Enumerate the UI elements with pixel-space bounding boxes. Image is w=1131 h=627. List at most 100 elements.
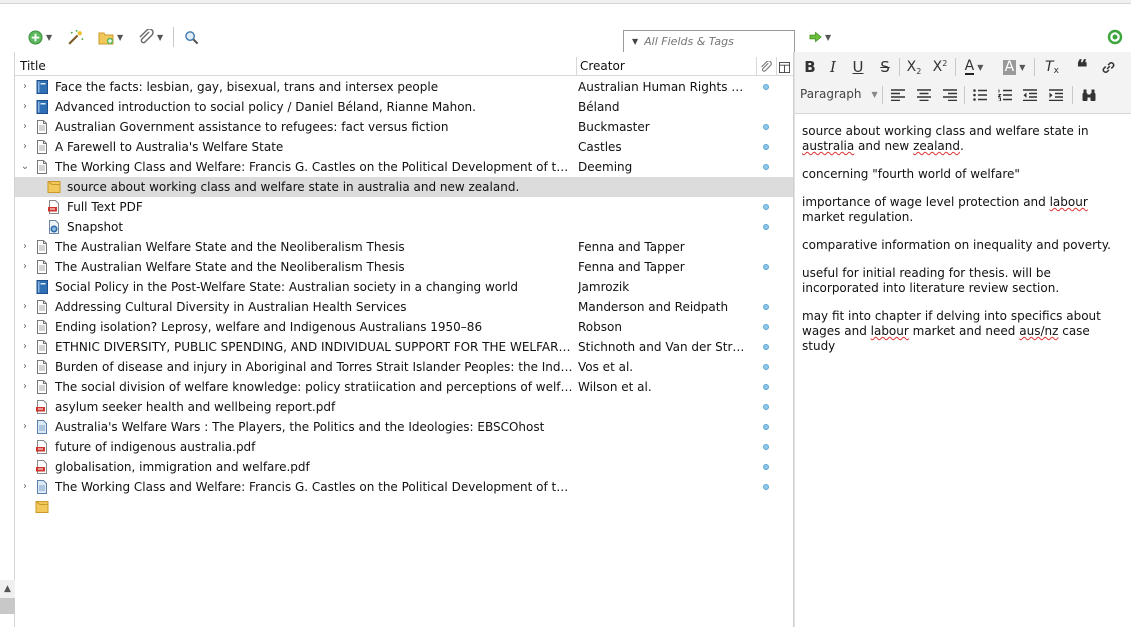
expand-closed-icon[interactable]: › <box>20 477 30 497</box>
attachment-status-icon[interactable] <box>763 144 769 150</box>
note-editor-body[interactable]: source about working class and welfare s… <box>802 124 1124 367</box>
attachment-status-icon[interactable] <box>763 224 769 230</box>
search-box[interactable]: ▼ <box>623 30 795 53</box>
item-row[interactable]: › Australia's Welfare Wars : The Players,… <box>15 417 793 437</box>
outdent-button[interactable] <box>1019 84 1041 106</box>
subscript-button[interactable]: X2 <box>903 56 925 78</box>
item-row[interactable]: › Burden of disease and injury in Aborigi… <box>15 357 793 377</box>
item-row[interactable]: source about working class and welfare s… <box>15 177 793 197</box>
attachment-status-icon[interactable] <box>763 344 769 350</box>
item-row[interactable]: › Addressing Cultural Diversity in Austra… <box>15 297 793 317</box>
search-mode-dropdown-icon[interactable]: ▼ <box>632 37 638 46</box>
expand-closed-icon[interactable]: › <box>20 297 30 317</box>
item-row[interactable]: › A Farewell to Australia's Welfare State… <box>15 137 793 157</box>
attachment-status-icon[interactable] <box>763 84 769 90</box>
new-collection-button[interactable]: ▼ <box>98 26 123 48</box>
item-row[interactable]: › The Australian Welfare State and the Ne… <box>15 237 793 257</box>
attachment-status-icon[interactable] <box>763 424 769 430</box>
item-row[interactable] <box>15 497 793 517</box>
item-row[interactable]: › ETHNIC DIVERSITY, PUBLIC SPENDING, AND … <box>15 337 793 357</box>
item-row[interactable]: › Face the facts: lesbian, gay, bisexual,… <box>15 77 793 97</box>
attachment-status-icon[interactable] <box>763 444 769 450</box>
item-row[interactable]: Full Text PDF <box>15 197 793 217</box>
item-row[interactable]: › Australian Government assistance to ref… <box>15 117 793 137</box>
strikethrough-button[interactable]: S <box>875 56 895 78</box>
expand-closed-icon[interactable]: › <box>20 117 30 137</box>
item-row[interactable]: Social Policy in the Post-Welfare State:… <box>15 277 793 297</box>
attachment-status-icon[interactable] <box>763 484 769 490</box>
expand-closed-icon[interactable]: › <box>20 357 30 377</box>
collections-pane-edge <box>0 52 15 627</box>
column-divider[interactable] <box>576 57 577 76</box>
pdf-icon <box>47 200 61 214</box>
search-input[interactable] <box>644 35 785 48</box>
add-by-identifier-button[interactable] <box>67 26 84 48</box>
column-attachments[interactable] <box>760 59 772 79</box>
align-left-button[interactable] <box>887 84 909 106</box>
expand-closed-icon[interactable]: › <box>20 97 30 117</box>
attachment-status-icon[interactable] <box>763 164 769 170</box>
paragraph-format-select[interactable]: Paragraph ▼ <box>800 84 878 104</box>
indent-button[interactable] <box>1045 84 1067 106</box>
attachment-status-icon[interactable] <box>763 464 769 470</box>
scrollbar-thumb[interactable] <box>0 598 15 614</box>
attachment-status-icon[interactable] <box>763 264 769 270</box>
align-right-button[interactable] <box>939 84 961 106</box>
expand-closed-icon[interactable]: › <box>20 77 30 97</box>
insert-link-button[interactable] <box>1097 56 1119 78</box>
item-row[interactable]: future of indigenous australia.pdf <box>15 437 793 457</box>
underline-button[interactable]: U <box>848 56 868 78</box>
italic-button[interactable]: I <box>823 56 843 78</box>
find-replace-button[interactable] <box>1078 84 1100 106</box>
item-title: Social Policy in the Post-Welfare State:… <box>55 280 519 294</box>
column-creator[interactable]: Creator <box>580 56 625 76</box>
numbered-list-button[interactable] <box>994 84 1016 106</box>
item-row[interactable]: Snapshot <box>15 217 793 237</box>
column-divider[interactable] <box>776 57 777 76</box>
item-row[interactable]: asylum seeker health and wellbeing repor… <box>15 397 793 417</box>
expand-closed-icon[interactable]: › <box>20 377 30 397</box>
expand-closed-icon[interactable]: › <box>20 337 30 357</box>
column-divider[interactable] <box>756 57 757 76</box>
locate-button[interactable]: ▼ <box>809 26 831 48</box>
attachment-status-icon[interactable] <box>763 404 769 410</box>
bullet-list-icon <box>973 89 987 101</box>
sync-button[interactable] <box>1107 26 1123 48</box>
item-row[interactable]: › The social division of welfare knowledg… <box>15 377 793 397</box>
bullet-list-button[interactable] <box>969 84 991 106</box>
align-center-button[interactable] <box>913 84 935 106</box>
text-color-button[interactable]: A ▼ <box>959 56 989 78</box>
column-title[interactable]: Title <box>20 56 46 76</box>
attachment-status-icon[interactable] <box>763 384 769 390</box>
expand-closed-icon[interactable]: › <box>20 257 30 277</box>
item-creator: Fenna and Tapper <box>578 240 685 254</box>
attachment-status-icon[interactable] <box>763 204 769 210</box>
item-row[interactable]: › Advanced introduction to social policy … <box>15 97 793 117</box>
attachment-status-icon[interactable] <box>763 304 769 310</box>
bold-button[interactable]: B <box>800 56 820 78</box>
toolbar-separator <box>955 58 956 76</box>
item-row[interactable]: globalisation, immigration and welfare.p… <box>15 457 793 477</box>
expand-closed-icon[interactable]: › <box>20 237 30 257</box>
attachment-status-icon[interactable] <box>763 364 769 370</box>
item-row[interactable]: › The Working Class and Welfare: Francis … <box>15 477 793 497</box>
scroll-up-arrow-icon[interactable]: ▲ <box>0 580 15 598</box>
highlight-color-button[interactable]: A ▼ <box>999 56 1029 78</box>
expand-closed-icon[interactable]: › <box>20 137 30 157</box>
item-row[interactable]: ⌄ The Working Class and Welfare: Francis … <box>15 157 793 177</box>
expand-closed-icon[interactable]: › <box>20 317 30 337</box>
column-picker[interactable] <box>779 59 790 79</box>
attachment-status-icon[interactable] <box>763 324 769 330</box>
advanced-search-button[interactable] <box>184 26 199 48</box>
add-attachment-button[interactable]: ▼ <box>138 26 163 48</box>
superscript-button[interactable]: X2 <box>929 56 951 78</box>
attachment-status-icon[interactable] <box>763 124 769 130</box>
note-paragraph: may fit into chapter if delving into spe… <box>802 309 1101 353</box>
new-item-button[interactable]: ▼ <box>28 26 52 48</box>
item-row[interactable]: › Ending isolation? Leprosy, welfare and … <box>15 317 793 337</box>
blockquote-button[interactable]: ❝ <box>1071 55 1093 79</box>
clear-formatting-button[interactable]: Tx <box>1041 56 1063 78</box>
expand-closed-icon[interactable]: › <box>20 417 30 437</box>
expand-open-icon[interactable]: ⌄ <box>20 157 30 177</box>
item-row[interactable]: › The Australian Welfare State and the Ne… <box>15 257 793 277</box>
